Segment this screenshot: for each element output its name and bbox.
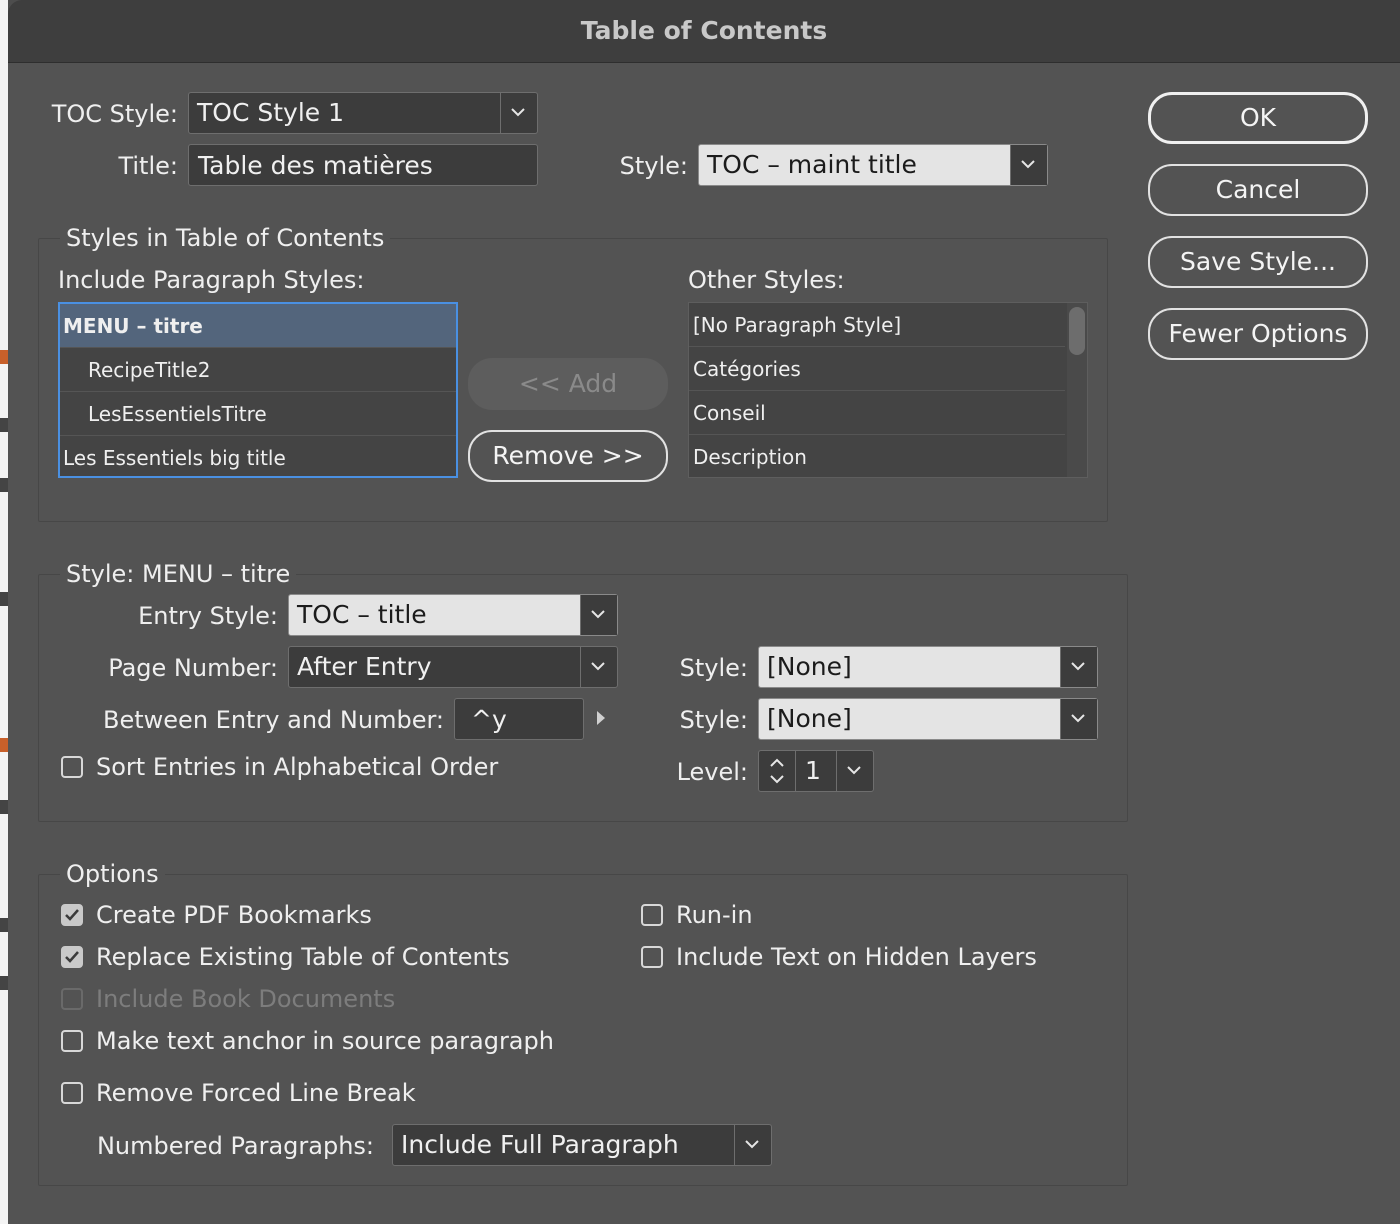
style-settings-group-title: Style: MENU – titre <box>60 560 297 588</box>
list-item[interactable]: Catégories <box>689 347 1065 391</box>
caret-right-icon[interactable] <box>596 710 606 730</box>
dialog-titlebar[interactable]: Table of Contents <box>8 0 1400 63</box>
include-book-documents-checkbox[interactable] <box>61 988 83 1010</box>
entry-style-value: TOC – title <box>297 600 427 629</box>
chevron-down-icon[interactable] <box>580 595 617 635</box>
page-number-label: Page Number: <box>108 654 278 682</box>
chevron-down-icon[interactable] <box>734 1125 771 1165</box>
between-entry-input[interactable]: ^y <box>454 698 584 740</box>
chevron-down-icon[interactable] <box>500 93 537 133</box>
make-text-anchor-checkbox[interactable] <box>61 1030 83 1052</box>
options-group-title: Options <box>60 860 165 888</box>
background-glyph <box>0 738 8 752</box>
title-style-value: TOC – maint title <box>707 150 917 179</box>
toc-style-label: TOC Style: <box>51 100 178 128</box>
numbered-paragraphs-dropdown[interactable]: Include Full Paragraph <box>392 1124 772 1166</box>
create-pdf-bookmarks-checkbox[interactable] <box>61 904 83 926</box>
entry-style-label: Entry Style: <box>138 602 278 630</box>
background-glyph <box>0 592 8 606</box>
page-number-value: After Entry <box>297 652 432 681</box>
page-number-style-label: Style: <box>679 654 748 682</box>
page-number-style-dropdown[interactable]: [None] <box>758 646 1098 688</box>
title-label: Title: <box>118 152 178 180</box>
remove-forced-line-break-checkbox[interactable] <box>61 1082 83 1104</box>
run-in-label: Run-in <box>676 901 753 929</box>
scrollbar-thumb[interactable] <box>1069 307 1085 355</box>
run-in-checkbox[interactable] <box>641 904 663 926</box>
title-input-value: Table des matières <box>198 151 433 180</box>
chevron-down-icon[interactable] <box>1010 145 1047 185</box>
list-item[interactable]: Conseil <box>689 391 1065 435</box>
between-style-value: [None] <box>767 704 852 733</box>
list-scrollbar[interactable] <box>1067 303 1087 477</box>
entry-style-dropdown[interactable]: TOC – title <box>288 594 618 636</box>
title-style-dropdown[interactable]: TOC – maint title <box>698 144 1048 186</box>
list-item[interactable]: Description <box>689 435 1065 477</box>
make-text-anchor-label: Make text anchor in source paragraph <box>96 1027 554 1055</box>
chevron-down-icon[interactable] <box>1060 699 1097 739</box>
background-document-strip <box>0 0 8 1224</box>
chevron-down-icon[interactable] <box>580 647 617 687</box>
fewer-options-button[interactable]: Fewer Options <box>1148 308 1368 360</box>
list-item[interactable]: MENU – titre <box>60 304 456 348</box>
replace-existing-toc-checkbox[interactable] <box>61 946 83 968</box>
chevron-down-icon[interactable] <box>1060 647 1097 687</box>
replace-existing-toc-label: Replace Existing Table of Contents <box>96 943 510 971</box>
include-styles-list[interactable]: MENU – titre RecipeTitle2 LesEssentielsT… <box>58 302 458 478</box>
numbered-paragraphs-label: Numbered Paragraphs: <box>96 1132 374 1160</box>
other-styles-list[interactable]: [No Paragraph Style] Catégories Conseil … <box>688 302 1088 478</box>
remove-forced-line-break-label: Remove Forced Line Break <box>96 1079 416 1107</box>
sort-alphabetical-checkbox[interactable] <box>61 756 83 778</box>
toc-style-value: TOC Style 1 <box>197 98 344 127</box>
cancel-button[interactable]: Cancel <box>1148 164 1368 216</box>
add-button[interactable]: << Add <box>468 358 668 410</box>
include-hidden-layers-checkbox[interactable] <box>641 946 663 968</box>
between-entry-value: ^y <box>471 705 507 734</box>
include-hidden-layers-label: Include Text on Hidden Layers <box>676 943 1037 971</box>
save-style-button[interactable]: Save Style... <box>1148 236 1368 288</box>
dialog-title: Table of Contents <box>580 16 828 45</box>
list-item[interactable]: LesEssentielsTitre <box>60 392 456 436</box>
between-style-label: Style: <box>679 706 748 734</box>
remove-button[interactable]: Remove >> <box>468 430 668 482</box>
styles-group-title: Styles in Table of Contents <box>60 224 391 252</box>
list-item[interactable]: Les Essentiels big title <box>60 436 456 476</box>
toc-dialog: Table of Contents TOC Style: TOC Style 1… <box>8 0 1400 1224</box>
create-pdf-bookmarks-label: Create PDF Bookmarks <box>96 901 372 929</box>
chevron-down-icon[interactable] <box>836 751 873 791</box>
level-stepper[interactable]: 1 <box>758 750 874 792</box>
between-style-dropdown[interactable]: [None] <box>758 698 1098 740</box>
background-glyph <box>0 350 8 364</box>
numbered-paragraphs-value: Include Full Paragraph <box>401 1130 679 1159</box>
sort-alphabetical-label: Sort Entries in Alphabetical Order <box>96 753 499 781</box>
background-glyph <box>0 976 8 990</box>
stepper-arrows-icon[interactable] <box>759 751 796 791</box>
toc-style-dropdown[interactable]: TOC Style 1 <box>188 92 538 134</box>
ok-button[interactable]: OK <box>1148 92 1368 144</box>
title-input[interactable]: Table des matières <box>188 144 538 186</box>
list-item[interactable]: RecipeTitle2 <box>60 348 456 392</box>
include-styles-label: Include Paragraph Styles: <box>58 266 365 294</box>
list-item[interactable]: [No Paragraph Style] <box>689 303 1065 347</box>
page-number-style-value: [None] <box>767 652 852 681</box>
background-glyph <box>0 918 8 932</box>
level-label: Level: <box>676 758 748 786</box>
background-glyph <box>0 418 8 432</box>
background-glyph <box>0 800 8 814</box>
page-number-dropdown[interactable]: After Entry <box>288 646 618 688</box>
background-glyph <box>0 478 8 492</box>
other-styles-label: Other Styles: <box>688 266 845 294</box>
level-value: 1 <box>805 756 821 785</box>
between-entry-label: Between Entry and Number: <box>103 706 444 734</box>
include-book-documents-label: Include Book Documents <box>96 985 396 1013</box>
title-style-label: Style: <box>619 152 688 180</box>
